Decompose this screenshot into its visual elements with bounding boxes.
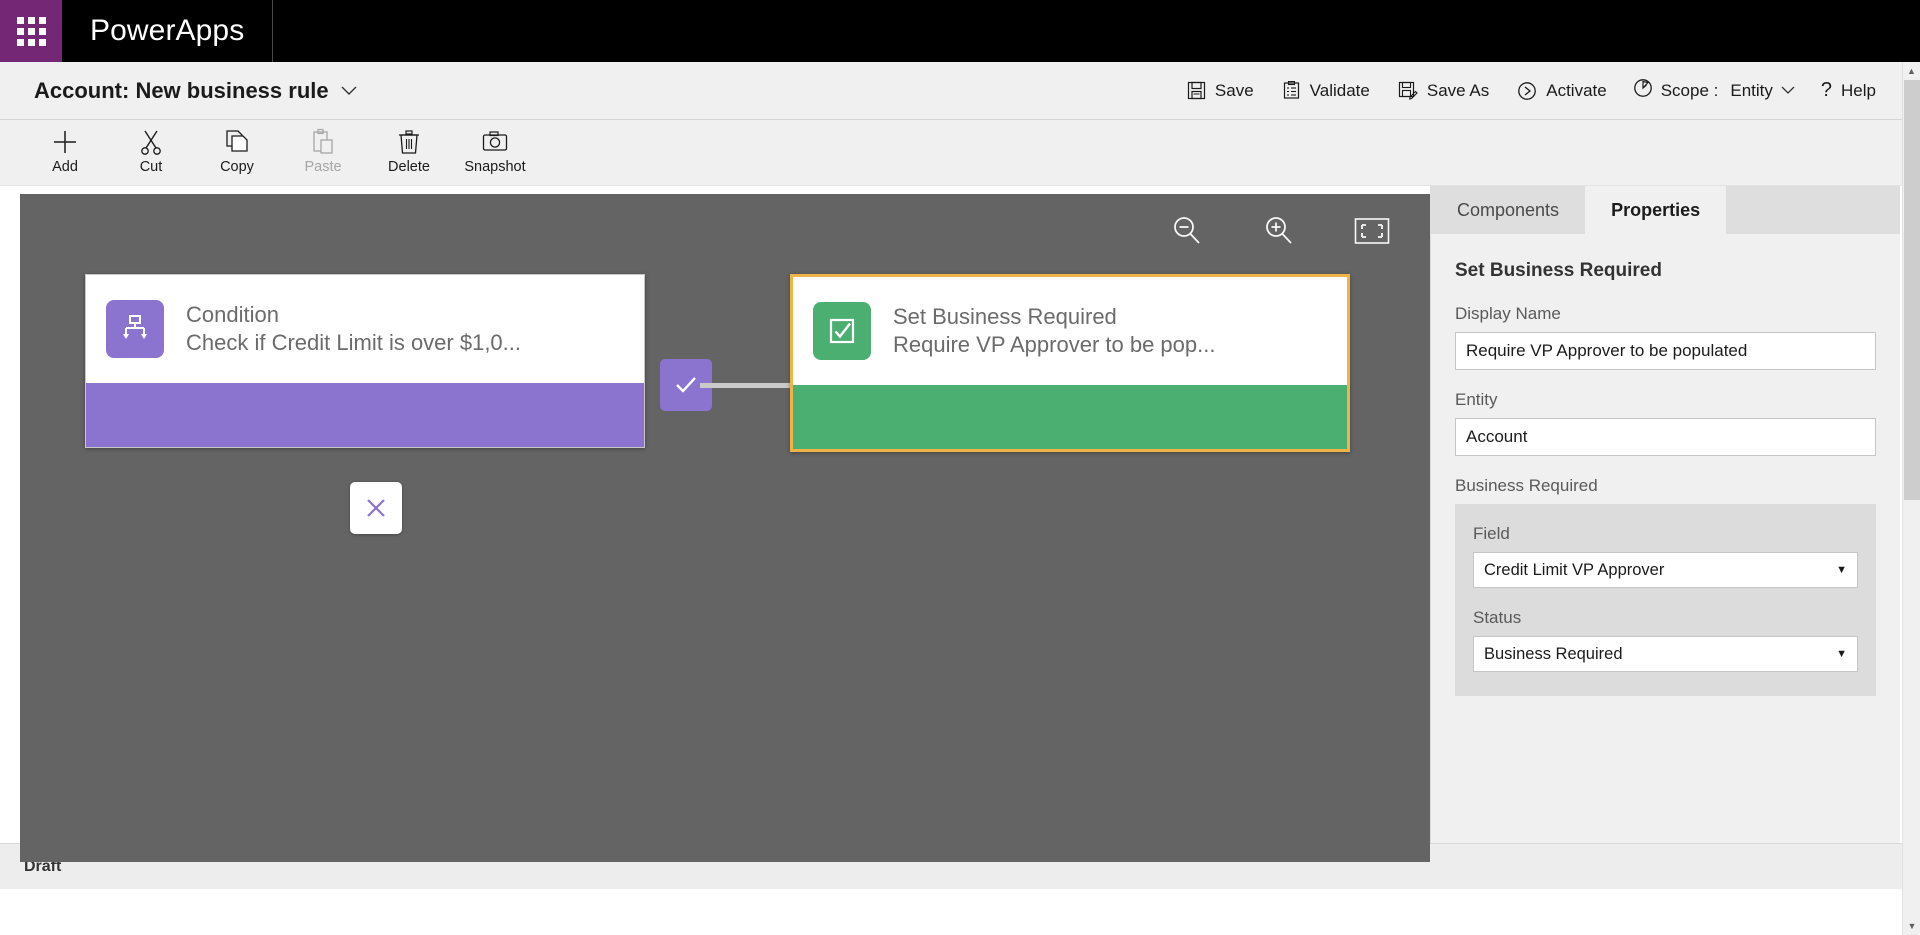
activate-button[interactable]: Activate bbox=[1503, 74, 1620, 108]
node-body: Set Business Required Require VP Approve… bbox=[793, 277, 1347, 385]
checkbox-checked-icon bbox=[813, 302, 871, 360]
entity-label: Entity bbox=[1455, 390, 1498, 409]
workspace: Condition Check if Credit Limit is over … bbox=[0, 186, 1920, 862]
activate-icon bbox=[1517, 81, 1537, 101]
cross-icon bbox=[367, 499, 385, 517]
scope-label: Scope : bbox=[1660, 80, 1719, 100]
validate-button[interactable]: Validate bbox=[1268, 74, 1384, 108]
node-subtitle: Require VP Approver to be pop... bbox=[893, 332, 1216, 357]
app-header: PowerApps bbox=[0, 0, 1920, 62]
canvas-node-set-business-required[interactable]: Set Business Required Require VP Approve… bbox=[790, 274, 1350, 452]
scope-value: Entity bbox=[1730, 80, 1773, 100]
tab-components[interactable]: Components bbox=[1431, 186, 1586, 234]
snapshot-button[interactable]: Snapshot bbox=[452, 122, 538, 184]
check-icon bbox=[676, 377, 696, 393]
zoom-in-icon[interactable] bbox=[1262, 214, 1296, 253]
chevron-down-icon bbox=[1781, 84, 1795, 98]
copy-icon bbox=[223, 130, 251, 156]
tab-strip-filler bbox=[1726, 186, 1900, 234]
snapshot-label: Snapshot bbox=[464, 159, 526, 176]
paste-button[interactable]: Paste bbox=[280, 122, 366, 184]
scroll-up-arrow[interactable]: ▲ bbox=[1903, 62, 1920, 80]
scrollbar-thumb[interactable] bbox=[1904, 80, 1920, 500]
fit-screen-icon[interactable] bbox=[1354, 217, 1390, 250]
save-button[interactable]: Save bbox=[1173, 74, 1268, 108]
save-as-label: Save As bbox=[1426, 80, 1490, 100]
cut-label: Cut bbox=[139, 159, 163, 176]
node-body: Condition Check if Credit Limit is over … bbox=[86, 275, 644, 383]
display-name-label: Display Name bbox=[1455, 304, 1561, 323]
brand-title[interactable]: PowerApps bbox=[62, 0, 274, 62]
delete-label: Delete bbox=[388, 159, 430, 176]
trash-icon bbox=[396, 130, 422, 156]
entity-input[interactable]: Account bbox=[1455, 418, 1876, 456]
validate-icon bbox=[1282, 81, 1301, 100]
node-subtitle: Check if Credit Limit is over $1,0... bbox=[186, 330, 522, 355]
rule-canvas[interactable]: Condition Check if Credit Limit is over … bbox=[20, 194, 1430, 862]
save-as-icon bbox=[1398, 81, 1418, 100]
camera-icon bbox=[481, 130, 509, 156]
node-accent-strip bbox=[793, 385, 1347, 449]
waffle-icon bbox=[16, 16, 46, 46]
properties-panel: Components Properties Set Business Requi… bbox=[1430, 186, 1900, 843]
rule-title-dropdown[interactable]: Account: New business rule bbox=[34, 78, 357, 104]
panel-content: Set Business Required Display Name Requi… bbox=[1431, 234, 1900, 696]
scissors-icon bbox=[138, 130, 164, 156]
display-name-input[interactable]: Require VP Approver to be populated bbox=[1455, 332, 1876, 370]
command-actions: Save Validate Save As Activate Scope: E… bbox=[1173, 71, 1890, 110]
help-button[interactable]: ? Help bbox=[1807, 72, 1890, 109]
command-bar: Account: New business rule Save Validate… bbox=[0, 62, 1920, 120]
chevron-down-icon: ▼ bbox=[1836, 648, 1847, 660]
node-title: Set Business Required bbox=[893, 303, 1117, 329]
cut-button[interactable]: Cut bbox=[108, 122, 194, 184]
clipboard-icon bbox=[310, 129, 336, 156]
canvas-zoom-controls bbox=[1170, 214, 1390, 253]
node-text: Set Business Required Require VP Approve… bbox=[893, 303, 1215, 359]
delete-button[interactable]: Delete bbox=[366, 122, 452, 184]
node-connector bbox=[700, 383, 792, 388]
node-title: Condition bbox=[186, 301, 279, 327]
canvas-container: Condition Check if Credit Limit is over … bbox=[0, 186, 1430, 862]
copy-label: Copy bbox=[220, 159, 254, 176]
chevron-down-icon bbox=[341, 83, 357, 99]
status-select[interactable]: Business Required ▼ bbox=[1473, 636, 1858, 672]
app-root: PowerApps Account: New business rule Sav… bbox=[0, 0, 1920, 935]
node-text: Condition Check if Credit Limit is over … bbox=[186, 301, 521, 357]
page-title: Account: New business rule bbox=[34, 77, 329, 103]
plus-icon bbox=[51, 130, 79, 156]
tab-properties[interactable]: Properties bbox=[1585, 186, 1727, 234]
save-as-button[interactable]: Save As bbox=[1384, 74, 1503, 108]
edit-toolbar: Add Cut Copy Paste Delete Snapshot bbox=[0, 120, 1920, 186]
question-mark-icon: ? bbox=[1820, 79, 1833, 101]
canvas-node-condition[interactable]: Condition Check if Credit Limit is over … bbox=[85, 274, 645, 448]
add-button[interactable]: Add bbox=[22, 122, 108, 184]
help-label: Help bbox=[1841, 80, 1876, 100]
field-label: Field bbox=[1473, 524, 1510, 543]
zoom-out-icon[interactable] bbox=[1170, 214, 1204, 253]
page-scrollbar[interactable]: ▲ ▼ bbox=[1902, 62, 1920, 935]
business-required-group: Field Credit Limit VP Approver ▼ Status … bbox=[1455, 504, 1876, 696]
scope-clock-icon bbox=[1633, 78, 1653, 103]
panel-heading: Set Business Required bbox=[1455, 260, 1662, 281]
node-accent-strip bbox=[86, 383, 644, 447]
business-required-group-label: Business Required bbox=[1455, 476, 1598, 495]
branch-no-marker[interactable] bbox=[350, 482, 402, 534]
panel-tab-strip: Components Properties bbox=[1431, 186, 1900, 234]
field-select[interactable]: Credit Limit VP Approver ▼ bbox=[1473, 552, 1858, 588]
chevron-down-icon: ▼ bbox=[1836, 564, 1847, 576]
save-label: Save bbox=[1214, 80, 1254, 100]
copy-button[interactable]: Copy bbox=[194, 122, 280, 184]
scope-selector[interactable]: Scope : Entity bbox=[1621, 71, 1807, 110]
condition-branch-icon bbox=[106, 300, 164, 358]
add-label: Add bbox=[52, 159, 78, 176]
field-select-value: Credit Limit VP Approver bbox=[1484, 560, 1665, 579]
save-icon bbox=[1187, 81, 1206, 100]
status-label: Status bbox=[1473, 608, 1522, 627]
validate-label: Validate bbox=[1309, 80, 1370, 100]
status-select-value: Business Required bbox=[1484, 644, 1623, 663]
app-launcher-button[interactable] bbox=[0, 0, 62, 62]
paste-label: Paste bbox=[304, 159, 342, 176]
scroll-down-arrow[interactable]: ▼ bbox=[1903, 917, 1920, 935]
activate-label: Activate bbox=[1546, 80, 1607, 100]
